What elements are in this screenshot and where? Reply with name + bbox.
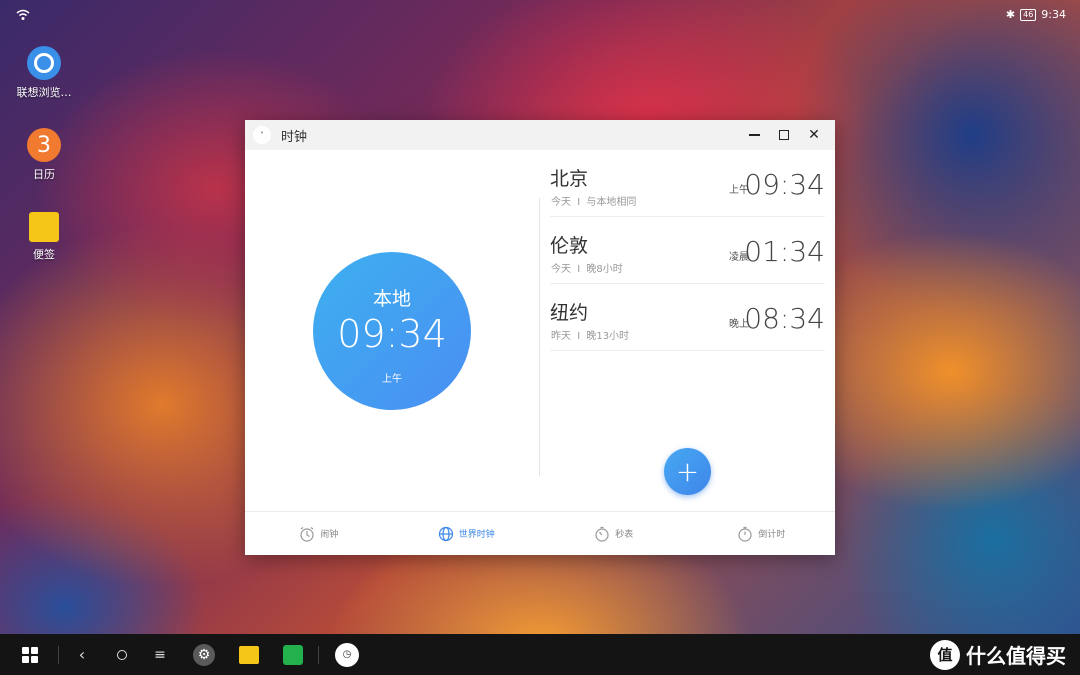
alarm-icon	[300, 526, 314, 542]
taskbar-app-files[interactable]	[238, 634, 260, 675]
back-button[interactable]: ‹	[72, 634, 92, 675]
desktop-icon-label: 日历	[33, 168, 55, 181]
bluetooth-icon: ✱	[1005, 8, 1016, 21]
city-row[interactable]: 纽约 昨天 I 晚13小时 晚上 08:34	[550, 284, 825, 351]
city-list: 北京 今天 I 与本地相同 上午 09:34 伦敦 今天 I 晚8小时 凌晨 0…	[550, 150, 825, 351]
desktop-icon-label: 便签	[33, 248, 55, 261]
clock-icon: ◷	[335, 642, 359, 667]
clock-window: ˅ 时钟 ✕ 本地 09:34 上午 北京 今天 I 与本地相同 上午 09:3…	[245, 120, 835, 555]
local-clock-circle: 本地 09:34 上午	[313, 252, 471, 410]
notes-icon	[29, 212, 59, 242]
local-time: 09:34	[337, 312, 447, 356]
desktop-icon-calendar[interactable]: 3 日历	[14, 128, 74, 182]
status-time: 9:34	[1041, 8, 1066, 21]
close-icon: ✕	[808, 127, 820, 143]
city-time: 09:34	[744, 168, 825, 201]
home-button[interactable]	[112, 634, 132, 675]
globe-icon	[438, 526, 453, 541]
wifi-icon	[16, 9, 30, 20]
tab-label: 倒计时	[758, 530, 786, 540]
desktop-icon-browser[interactable]: 联想浏览…	[14, 46, 74, 100]
taskbar: ‹ ≡ ⚙ ◷ 值 什么值得买	[0, 634, 1080, 675]
tab-stopwatch[interactable]: 秒表	[540, 512, 688, 555]
battery-icon: 46	[1020, 8, 1037, 21]
tab-label: 世界时钟	[458, 530, 495, 540]
city-time: 08:34	[744, 302, 825, 335]
window-title: 时钟	[281, 129, 308, 145]
taskbar-divider	[318, 646, 319, 664]
folder-icon	[239, 645, 259, 664]
city-name: 北京	[550, 168, 589, 190]
back-icon: ‹	[78, 645, 86, 664]
watermark: 值 什么值得买	[930, 634, 1066, 675]
city-name: 伦敦	[550, 235, 589, 257]
calendar-icon: 3	[27, 128, 61, 162]
start-button[interactable]	[20, 634, 40, 675]
desktop-icon-label: 联想浏览…	[16, 86, 72, 99]
close-button[interactable]: ✕	[799, 120, 829, 150]
timer-icon	[738, 526, 752, 542]
tab-alarm[interactable]: 闹钟	[245, 512, 393, 555]
tab-timer[interactable]: 倒计时	[688, 512, 836, 555]
panel-divider	[539, 198, 540, 476]
world-clock-content: 本地 09:34 上午 北京 今天 I 与本地相同 上午 09:34 伦敦 今天	[245, 150, 835, 510]
settings-icon: ⚙	[193, 643, 215, 666]
recents-button[interactable]: ≡	[150, 634, 170, 675]
tab-label: 秒表	[615, 530, 634, 540]
window-menu-icon[interactable]: ˅	[253, 126, 271, 144]
tab-world-clock[interactable]: 世界时钟	[393, 512, 541, 555]
city-name: 纽约	[550, 302, 589, 324]
status-bar: ✱ 46 9:34	[0, 0, 1080, 30]
taskbar-divider	[58, 646, 59, 664]
city-row[interactable]: 伦敦 今天 I 晚8小时 凌晨 01:34	[550, 217, 825, 284]
taskbar-app-store[interactable]	[282, 634, 304, 675]
taskbar-app-settings[interactable]: ⚙	[193, 634, 215, 675]
home-icon	[117, 649, 127, 660]
local-clock-panel: 本地 09:34 上午	[245, 150, 539, 510]
city-offset: 昨天 I 晚13小时	[551, 331, 630, 342]
tab-label: 闹钟	[320, 530, 339, 540]
maximize-button[interactable]	[769, 120, 799, 150]
stopwatch-icon	[595, 526, 609, 542]
minimize-icon	[748, 134, 760, 136]
plus-icon: +	[675, 455, 700, 488]
city-offset: 今天 I 与本地相同	[551, 197, 637, 208]
local-ampm: 上午	[382, 374, 402, 385]
city-offset: 今天 I 晚8小时	[551, 264, 623, 275]
city-time: 01:34	[744, 235, 825, 268]
start-icon	[22, 646, 38, 663]
watermark-logo-icon: 值	[930, 639, 960, 670]
menu-icon: ≡	[154, 646, 166, 663]
minimize-button[interactable]	[739, 120, 769, 150]
tab-bar: 闹钟 世界时钟 秒表 倒计时	[245, 511, 835, 555]
watermark-text: 什么值得买	[966, 644, 1066, 668]
browser-icon	[27, 46, 61, 80]
local-label: 本地	[372, 288, 411, 310]
desktop-icon-notes[interactable]: 便签	[14, 212, 74, 262]
taskbar-app-clock[interactable]: ◷	[334, 634, 360, 675]
city-row[interactable]: 北京 今天 I 与本地相同 上午 09:34	[550, 150, 825, 217]
add-city-button[interactable]: +	[664, 448, 711, 495]
maximize-icon	[779, 130, 789, 140]
shopping-bag-icon	[283, 644, 303, 665]
title-bar[interactable]: ˅ 时钟 ✕	[245, 120, 835, 150]
